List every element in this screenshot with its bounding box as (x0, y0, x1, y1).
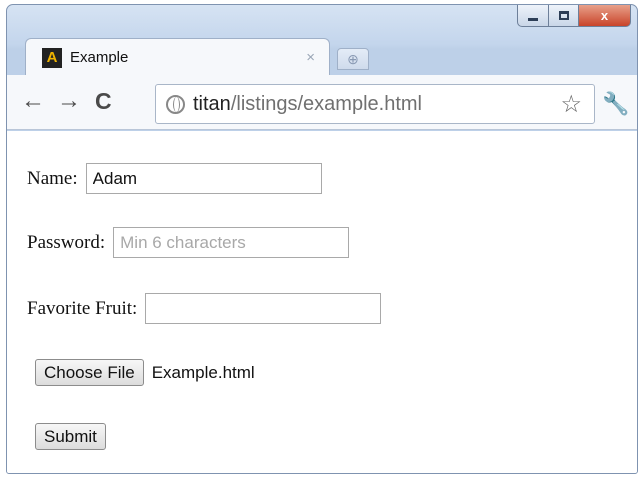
forward-icon[interactable]: → (57, 89, 81, 113)
selected-file-name: Example.html (151, 362, 255, 382)
close-window-button[interactable]: x (579, 5, 631, 27)
back-icon[interactable]: ← (21, 89, 45, 113)
fruit-field[interactable] (145, 293, 382, 324)
url-host: titan (193, 92, 231, 115)
minimize-icon (528, 17, 538, 21)
name-field[interactable] (85, 163, 322, 194)
fruit-row: Favorite Fruit: (27, 293, 382, 324)
address-bar[interactable]: titan/listings/example.html ☆ (155, 84, 595, 124)
browser-toolbar: ← → C titan/listings/example.html ☆ 🔧 (7, 75, 637, 130)
password-field[interactable] (113, 227, 350, 258)
bookmark-star-icon[interactable]: ☆ (560, 90, 582, 119)
tab-title: Example (70, 49, 129, 66)
choose-file-button[interactable]: Choose File (35, 359, 144, 386)
fruit-label: Favorite Fruit: (27, 297, 138, 319)
wrench-icon[interactable]: 🔧 (602, 91, 629, 117)
password-row: Password: (27, 227, 350, 258)
password-label: Password: (27, 231, 106, 253)
submit-row: Submit (35, 423, 106, 450)
new-tab-button[interactable]: ⊕ (337, 48, 369, 70)
url-path: /listings/example.html (230, 92, 422, 115)
new-tab-icon: ⊕ (347, 50, 359, 67)
maximize-icon (558, 11, 569, 20)
reload-icon[interactable]: C (95, 89, 112, 113)
maximize-button[interactable] (549, 5, 579, 27)
file-row: Choose File Example.html (35, 359, 255, 386)
close-icon: x (600, 8, 609, 23)
browser-window: x A Example × ⊕ ← → C titan/listings/exa… (6, 4, 638, 474)
submit-button[interactable]: Submit (35, 423, 106, 450)
window-controls: x (517, 5, 631, 27)
favicon-icon: A (42, 47, 62, 68)
globe-icon (166, 94, 185, 114)
tab-close-icon[interactable]: × (306, 49, 315, 66)
name-row: Name: (27, 163, 322, 194)
minimize-button[interactable] (517, 5, 549, 27)
name-label: Name: (27, 167, 78, 189)
page-content: Name: Password: Favorite Fruit: Choose F… (7, 131, 637, 473)
tab-example[interactable]: A Example × (25, 38, 330, 76)
